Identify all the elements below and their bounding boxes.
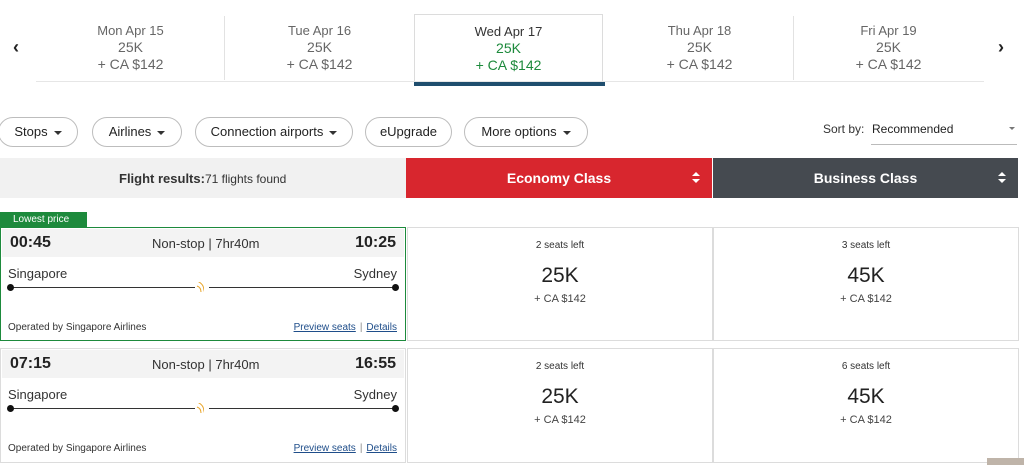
date-tax: + CA $142 — [666, 56, 733, 72]
stops-duration: Non-stop | 7hr40m — [152, 357, 260, 372]
airlines-filter-label: Airlines — [108, 124, 152, 139]
connection-airports-filter-button[interactable]: Connection airports — [195, 117, 353, 147]
flight-card-header: 00:45 Non-stop | 7hr40m 10:25 — [2, 229, 404, 257]
departure-time: 00:45 — [10, 234, 51, 251]
flight-card[interactable]: 07:15 Non-stop | 7hr40m 16:55 Singapore … — [0, 348, 406, 463]
lowest-price-badge: Lowest price — [0, 212, 87, 227]
stops-filter-label: Stops — [14, 124, 48, 139]
chevron-right-icon[interactable]: › — [991, 36, 1011, 58]
preview-seats-link[interactable]: Preview seats — [294, 322, 356, 333]
connection-airports-filter-label: Connection airports — [210, 124, 324, 139]
date-day: Wed Apr 17 — [474, 24, 543, 39]
flight-card-header: 07:15 Non-stop | 7hr40m 16:55 — [2, 350, 404, 378]
destination-city: Sydney — [353, 266, 397, 281]
results-label: Flight results: — [119, 171, 205, 186]
business-class-label: Business Class — [813, 170, 918, 186]
sort-by-value: Recommended — [872, 122, 954, 136]
economy-class-label: Economy Class — [506, 170, 612, 186]
corner-decoration — [987, 458, 1024, 465]
date-tax: + CA $142 — [475, 57, 542, 73]
origin-dot — [7, 405, 14, 412]
date-miles: 25K — [687, 39, 712, 55]
business-fare-cell[interactable]: 6 seats left 45K + CA $142 — [713, 348, 1019, 463]
stops-filter-button[interactable]: Stops — [0, 117, 78, 147]
seats-left: 6 seats left — [841, 361, 891, 372]
economy-class-header[interactable]: Economy Class — [406, 158, 712, 198]
results-count: 71 flights found — [204, 172, 287, 186]
fare-tax: + CA $142 — [840, 293, 892, 305]
operated-by: Operated by Singapore Airlines — [8, 443, 147, 454]
flight-links: Preview seats | Details — [293, 322, 397, 333]
more-options-filter-button[interactable]: More options — [464, 117, 588, 147]
fare-miles: 45K — [847, 385, 885, 408]
airlines-filter-button[interactable]: Airlines — [92, 117, 182, 147]
seats-left: 2 seats left — [535, 361, 585, 372]
caret-down-icon — [53, 130, 62, 135]
date-miles: 25K — [876, 39, 901, 55]
date-cell-wed-selected[interactable]: Wed Apr 17 25K + CA $142 — [414, 14, 605, 86]
destination-city: Sydney — [353, 387, 397, 402]
flight-card[interactable]: 00:45 Non-stop | 7hr40m 10:25 Singapore … — [0, 227, 406, 341]
date-miles: 25K — [496, 40, 521, 56]
date-tax: + CA $142 — [286, 56, 353, 72]
origin-city: Singapore — [8, 266, 68, 281]
date-day: Thu Apr 18 — [667, 23, 732, 38]
date-miles: 25K — [118, 39, 143, 55]
destination-dot — [392, 405, 399, 412]
sort-arrows-icon — [692, 172, 700, 184]
fare-tax: + CA $142 — [534, 293, 586, 305]
date-cell-tue[interactable]: Tue Apr 16 25K + CA $142 — [225, 14, 414, 82]
arrival-time: 10:25 — [355, 234, 396, 251]
date-miles: 25K — [307, 39, 332, 55]
fare-tax: + CA $142 — [534, 414, 586, 426]
destination-dot — [392, 284, 399, 291]
seats-left: 2 seats left — [535, 240, 585, 251]
economy-fare-cell[interactable]: 2 seats left 25K + CA $142 — [407, 227, 713, 341]
airline-logo-icon — [195, 401, 209, 415]
fare-tax: + CA $142 — [840, 414, 892, 426]
eupgrade-filter-button[interactable]: eUpgrade — [365, 117, 452, 147]
details-link[interactable]: Details — [366, 443, 397, 454]
caret-down-icon — [562, 130, 571, 135]
details-link[interactable]: Details — [366, 322, 397, 333]
business-class-header[interactable]: Business Class — [713, 158, 1018, 198]
more-options-filter-label: More options — [481, 124, 557, 139]
departure-time: 07:15 — [10, 355, 51, 372]
sort-by-label: Sort by: — [823, 122, 865, 136]
seats-left: 3 seats left — [841, 240, 891, 251]
arrival-time: 16:55 — [355, 355, 396, 372]
preview-seats-link[interactable]: Preview seats — [294, 443, 356, 454]
economy-fare-cell[interactable]: 2 seats left 25K + CA $142 — [407, 348, 713, 463]
date-cell-fri[interactable]: Fri Apr 19 25K + CA $142 — [794, 14, 983, 82]
fare-miles: 25K — [541, 385, 579, 408]
caret-down-icon — [1009, 127, 1015, 130]
date-tax: + CA $142 — [97, 56, 164, 72]
date-cell-mon[interactable]: Mon Apr 15 25K + CA $142 — [36, 14, 225, 82]
origin-dot — [7, 284, 14, 291]
date-day: Mon Apr 15 — [97, 23, 164, 38]
flight-links: Preview seats | Details — [293, 443, 397, 454]
fare-miles: 45K — [847, 264, 885, 287]
results-header: Flight results:71 flights found — [0, 158, 406, 198]
date-strip-divider — [36, 81, 984, 82]
caret-down-icon — [157, 130, 166, 135]
date-strip: ‹ Mon Apr 15 25K + CA $142 Tue Apr 16 25… — [0, 0, 1024, 90]
stops-duration: Non-stop | 7hr40m — [152, 236, 260, 251]
date-day: Fri Apr 19 — [860, 23, 917, 38]
date-day: Tue Apr 16 — [287, 23, 352, 38]
sort-by-select[interactable]: Recommended — [871, 118, 1017, 145]
origin-city: Singapore — [8, 387, 68, 402]
sort-arrows-icon — [998, 172, 1006, 184]
fare-miles: 25K — [541, 264, 579, 287]
operated-by: Operated by Singapore Airlines — [8, 322, 147, 333]
airline-logo-icon — [195, 280, 209, 294]
business-fare-cell[interactable]: 3 seats left 45K + CA $142 — [713, 227, 1019, 341]
date-tax: + CA $142 — [855, 56, 922, 72]
chevron-left-icon[interactable]: ‹ — [6, 36, 26, 58]
eupgrade-filter-label: eUpgrade — [379, 124, 438, 139]
caret-down-icon — [329, 130, 338, 135]
date-cell-thu[interactable]: Thu Apr 18 25K + CA $142 — [605, 14, 794, 82]
